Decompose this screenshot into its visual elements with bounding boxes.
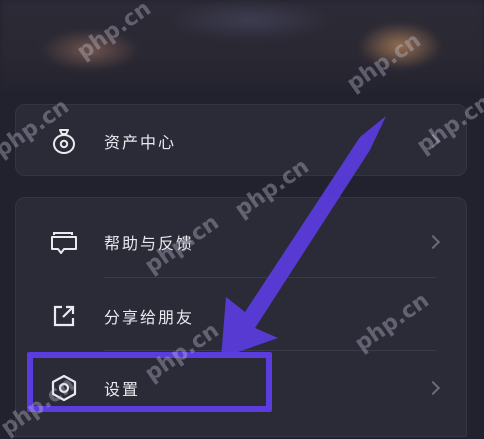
mobile-screen: 资产中心 帮助与反馈 分享给朋友 设置 php.cn php.cn php.cn… — [0, 0, 484, 439]
annotation-highlight-box — [27, 352, 272, 412]
